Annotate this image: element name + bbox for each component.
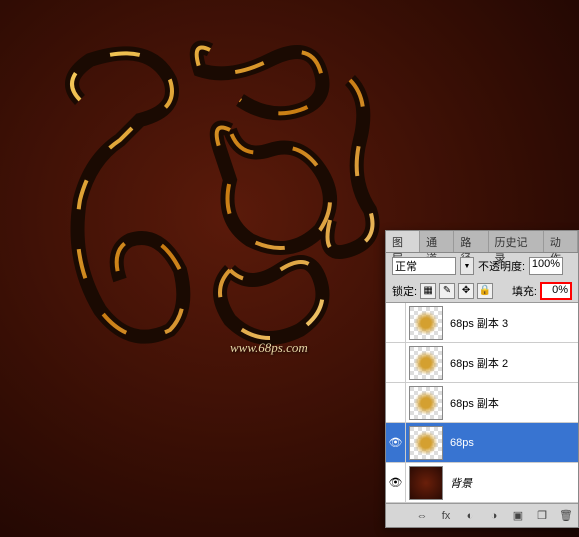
eye-icon[interactable]: 👁 (389, 476, 403, 489)
layer-group-icon[interactable]: ▣ (510, 508, 526, 524)
tab-channels[interactable]: 通道 (420, 231, 454, 252)
layer-name-label[interactable]: 68ps 副本 2 (446, 355, 578, 371)
lock-fill-row: 锁定: ▦ ✎ ✥ 🔒 填充: 0% (386, 279, 578, 303)
visibility-toggle[interactable]: 👁 (386, 463, 406, 502)
lock-transparency-icon[interactable]: ▦ (420, 283, 436, 299)
blend-mode-select[interactable]: 正常 (392, 257, 456, 275)
lock-label: 锁定: (392, 283, 417, 299)
eye-icon[interactable]: 👁 (389, 436, 403, 449)
opacity-input[interactable]: 100% (529, 257, 563, 275)
layer-mask-icon[interactable]: ◐ (462, 508, 478, 524)
panel-tabs: 图层 通道 路径 历史记录 动作 (386, 231, 578, 253)
opacity-label: 不透明度: (478, 258, 525, 274)
layer-row[interactable]: 👁 背景 (386, 463, 578, 503)
fill-input[interactable]: 0% (540, 282, 572, 300)
layer-row[interactable]: 68ps 副本 2 (386, 343, 578, 383)
lock-position-icon[interactable]: ✥ (458, 283, 474, 299)
visibility-toggle[interactable] (386, 343, 406, 382)
tab-actions[interactable]: 动作 (544, 231, 578, 252)
layer-thumbnail[interactable] (409, 466, 443, 500)
tab-layers[interactable]: 图层 (386, 231, 420, 252)
delete-layer-icon[interactable]: 🗑 (558, 508, 574, 524)
tab-history[interactable]: 历史记录 (489, 231, 544, 252)
link-layers-icon[interactable]: ⇔ (414, 508, 430, 524)
new-layer-icon[interactable]: ❐ (534, 508, 550, 524)
fill-label: 填充: (512, 283, 537, 299)
layer-name-label[interactable]: 68ps (446, 437, 578, 449)
panel-footer: ⇔ fx ◐ ◑ ▣ ❐ 🗑 (386, 503, 578, 527)
layer-name-label[interactable]: 68ps 副本 (446, 395, 578, 411)
layers-panel: 图层 通道 路径 历史记录 动作 正常 ▼ 不透明度: 100% 锁定: ▦ ✎… (385, 230, 579, 528)
layer-row[interactable]: 68ps 副本 3 (386, 303, 578, 343)
visibility-toggle[interactable] (386, 383, 406, 422)
layer-name-label[interactable]: 68ps 副本 3 (446, 315, 578, 331)
lock-pixels-icon[interactable]: ✎ (439, 283, 455, 299)
lock-all-icon[interactable]: 🔒 (477, 283, 493, 299)
layer-style-icon[interactable]: fx (438, 508, 454, 524)
layer-thumbnail[interactable] (409, 426, 443, 460)
blend-dropdown-icon[interactable]: ▼ (460, 257, 474, 275)
visibility-toggle[interactable] (386, 303, 406, 342)
layer-thumbnail[interactable] (409, 306, 443, 340)
layer-thumbnail[interactable] (409, 346, 443, 380)
adjustment-layer-icon[interactable]: ◑ (486, 508, 502, 524)
layer-row[interactable]: 68ps 副本 (386, 383, 578, 423)
tab-paths[interactable]: 路径 (454, 231, 488, 252)
layer-thumbnail[interactable] (409, 386, 443, 420)
watermark-text: www.68ps.com (230, 340, 308, 356)
visibility-toggle[interactable]: 👁 (386, 423, 406, 462)
layer-row[interactable]: 👁 68ps (386, 423, 578, 463)
layer-name-label[interactable]: 背景 (446, 475, 578, 491)
blend-opacity-row: 正常 ▼ 不透明度: 100% (386, 253, 578, 279)
layer-list[interactable]: 68ps 副本 3 68ps 副本 2 68ps 副本 👁 68ps 👁 背景 (386, 303, 578, 503)
fu-character-artwork (30, 20, 380, 380)
